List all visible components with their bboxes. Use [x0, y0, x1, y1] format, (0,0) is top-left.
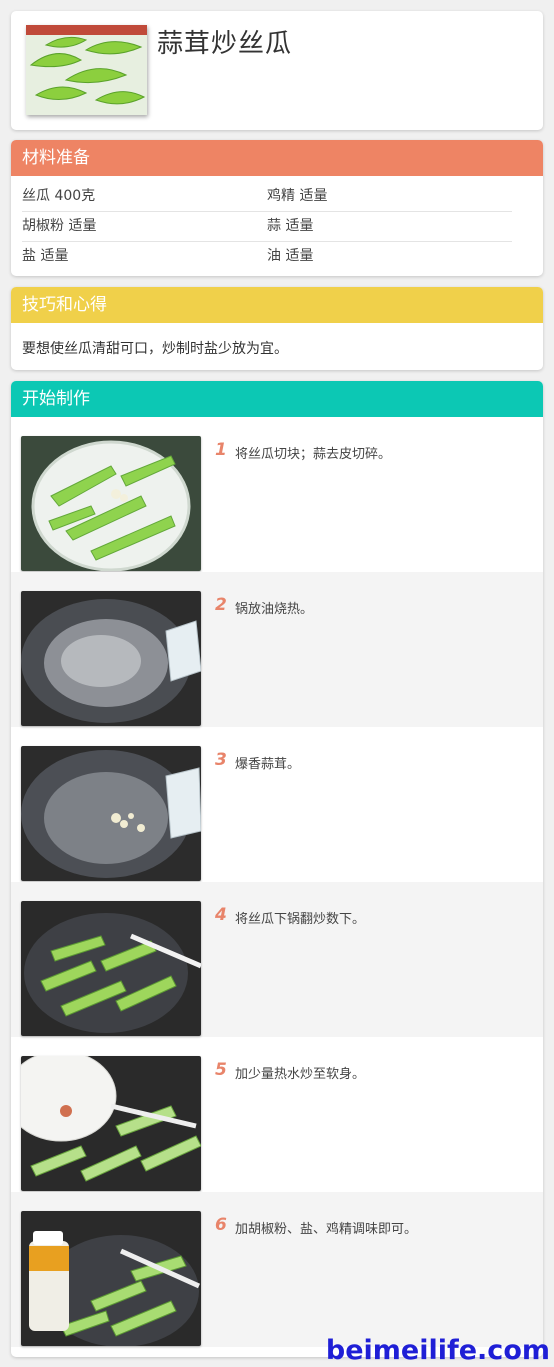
step-photo[interactable]: [21, 436, 201, 571]
ingredient-item: 胡椒粉 适量: [22, 212, 267, 242]
ingredients-list: 丝瓜 400克 鸡精 适量 胡椒粉 适量 蒜 适量 盐 适量 油 适量: [22, 182, 512, 271]
step-item: 1 将丝瓜切块；蒜去皮切碎。: [11, 417, 543, 572]
step-text: 将丝瓜切块；蒜去皮切碎。: [235, 447, 392, 462]
recipe-header-card: 蒜茸炒丝瓜: [11, 11, 543, 130]
step-item: 4 将丝瓜下锅翻炒数下。: [11, 882, 543, 1037]
step-text: 加胡椒粉、盐、鸡精调味即可。: [235, 1222, 418, 1237]
tips-text: 要想使丝瓜清甜可口，炒制时盐少放为宜。: [22, 341, 288, 357]
ingredients-heading: 材料准备: [11, 140, 543, 176]
tips-card: 技巧和心得 要想使丝瓜清甜可口，炒制时盐少放为宜。: [11, 287, 543, 370]
ingredient-item: 鸡精 适量: [267, 182, 512, 212]
step-number: 1: [215, 440, 227, 460]
step-photo[interactable]: [21, 901, 201, 1036]
step-number: 5: [215, 1060, 227, 1080]
recipe-title: 蒜茸炒丝瓜: [157, 29, 293, 59]
watermark: beimeilife.com: [325, 1335, 550, 1366]
step-text: 将丝瓜下锅翻炒数下。: [235, 912, 366, 927]
step-item: 2 锅放油烧热。: [11, 572, 543, 727]
step-item: 6 加胡椒粉、盐、鸡精调味即可。: [11, 1192, 543, 1347]
ingredient-item: 盐 适量: [22, 248, 69, 264]
step-photo[interactable]: [21, 746, 201, 881]
step-photo[interactable]: [21, 1211, 201, 1346]
step-number: 6: [215, 1215, 227, 1235]
ingredient-item: 丝瓜 400克: [22, 182, 267, 212]
ingredient-item: 油 适量: [267, 248, 314, 264]
step-number: 3: [215, 750, 227, 770]
step-photo[interactable]: [21, 591, 201, 726]
step-item: 5 加少量热水炒至软身。: [11, 1037, 543, 1192]
tips-heading: 技巧和心得: [11, 287, 543, 323]
step-text: 锅放油烧热。: [235, 602, 314, 617]
step-text: 加少量热水炒至软身。: [235, 1067, 366, 1082]
recipe-thumbnail[interactable]: [26, 25, 147, 115]
steps-heading: 开始制作: [11, 381, 543, 417]
step-number: 2: [215, 595, 227, 615]
steps-card: 开始制作 1 将丝瓜切块；蒜去皮切碎。 2 锅放油烧热。 3 爆香蒜茸。 4 将…: [11, 381, 543, 1357]
ingredients-card: 材料准备 丝瓜 400克 鸡精 适量 胡椒粉 适量 蒜 适量 盐 适量 油 适量: [11, 140, 543, 276]
step-photo[interactable]: [21, 1056, 201, 1191]
ingredient-item: 蒜 适量: [267, 212, 512, 242]
step-item: 3 爆香蒜茸。: [11, 727, 543, 882]
step-number: 4: [215, 905, 227, 925]
step-text: 爆香蒜茸。: [235, 757, 301, 772]
